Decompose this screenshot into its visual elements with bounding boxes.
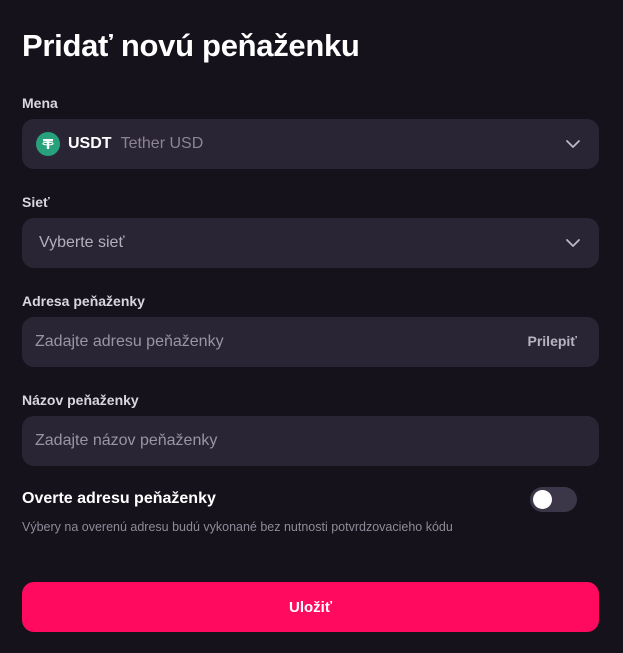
wallet-name-input[interactable]	[35, 432, 505, 450]
network-placeholder: Vyberte sieť	[39, 234, 125, 251]
wallet-name-label: Názov peňaženky	[22, 392, 139, 408]
address-input[interactable]	[35, 333, 505, 351]
address-label: Adresa peňaženky	[22, 293, 145, 309]
network-label: Sieť	[22, 194, 50, 210]
modal-title: Pridať novú peňaženku	[22, 28, 360, 63]
verify-title: Overte adresu peňaženky	[22, 490, 216, 507]
currency-code: USDT	[68, 135, 112, 152]
toggle-knob	[533, 490, 552, 509]
add-wallet-modal: Pridať novú peňaženku Mena USDT Tether U…	[0, 0, 623, 653]
verify-toggle[interactable]	[530, 487, 577, 512]
chevron-down-icon	[566, 239, 580, 247]
save-button[interactable]: Uložiť	[22, 582, 599, 632]
verify-description: Výbery na overenú adresu budú vykonané b…	[22, 520, 453, 534]
wallet-name-field-wrapper	[22, 416, 599, 466]
address-field-wrapper: Prilepiť	[22, 317, 599, 367]
tether-icon	[36, 132, 60, 156]
chevron-down-icon	[566, 140, 580, 148]
currency-select[interactable]: USDT Tether USD	[22, 119, 599, 169]
network-select[interactable]: Vyberte sieť	[22, 218, 599, 268]
paste-button[interactable]: Prilepiť	[528, 333, 578, 349]
currency-name: Tether USD	[120, 135, 204, 152]
currency-label: Mena	[22, 95, 58, 111]
